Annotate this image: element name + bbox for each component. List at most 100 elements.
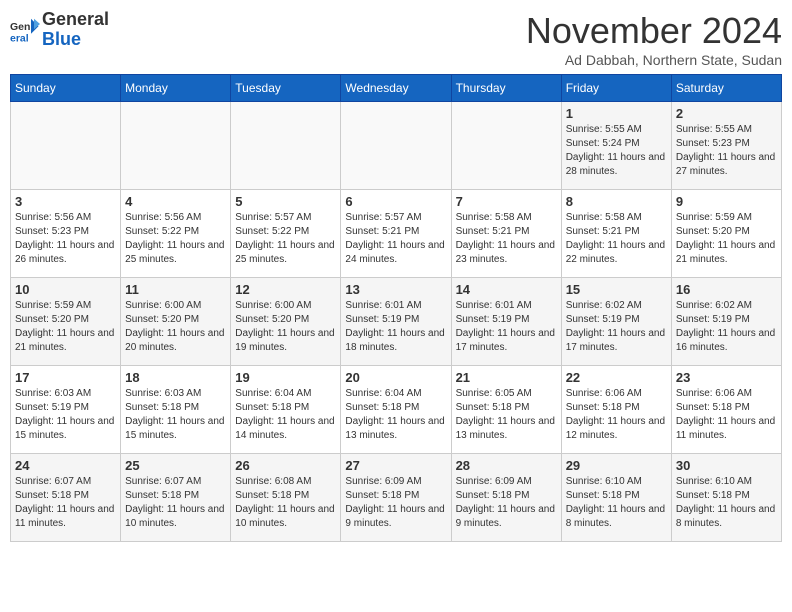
day-number: 19 (235, 370, 336, 385)
day-number: 20 (345, 370, 446, 385)
day-cell: 5 Sunrise: 5:57 AM Sunset: 5:22 PM Daylig… (231, 190, 341, 278)
header-friday: Friday (561, 75, 671, 102)
day-cell: 8Sunrise: 5:58 AM Sunset: 5:21 PM Daylig… (561, 190, 671, 278)
header-wednesday: Wednesday (341, 75, 451, 102)
day-info: Sunrise: 6:04 AM Sunset: 5:18 PM Dayligh… (235, 387, 336, 443)
day-info: Sunrise: 6:06 AM Sunset: 5:18 PM Dayligh… (676, 387, 777, 443)
day-cell (451, 102, 561, 190)
header-row: Sunday Monday Tuesday Wednesday Thursday… (11, 75, 782, 102)
day-cell: 2Sunrise: 5:55 AM Sunset: 5:23 PM Daylig… (671, 102, 781, 190)
header-thursday: Thursday (451, 75, 561, 102)
week-row-5: 24 Sunrise: 6:07 AM Sunset: 5:18 PM Dayli… (11, 454, 782, 542)
day-info: Sunrise: 6:07 AM Sunset: 5:18 PM Dayligh… (15, 475, 116, 531)
header-saturday: Saturday (671, 75, 781, 102)
day-info: Sunrise: 6:04 AM Sunset: 5:18 PM Dayligh… (345, 387, 446, 443)
svg-text:eral: eral (10, 32, 29, 44)
day-number: 6 (345, 194, 446, 209)
day-number: 24 (15, 458, 116, 473)
day-cell: 21 Sunrise: 6:05 AM Sunset: 5:18 PM Dayli… (451, 366, 561, 454)
day-number: 15 (566, 282, 667, 297)
day-info: Sunrise: 5:56 AM Sunset: 5:22 PM Dayligh… (125, 211, 226, 267)
day-cell: 3 Sunrise: 5:56 AM Sunset: 5:23 PM Daylig… (11, 190, 121, 278)
day-cell: 24 Sunrise: 6:07 AM Sunset: 5:18 PM Dayli… (11, 454, 121, 542)
day-cell: 1 Sunrise: 5:55 AM Sunset: 5:24 PM Daylig… (561, 102, 671, 190)
day-cell: 17 Sunrise: 6:03 AM Sunset: 5:19 PM Dayli… (11, 366, 121, 454)
day-number: 9 (676, 194, 777, 209)
day-number: 13 (345, 282, 446, 297)
calendar-table: Sunday Monday Tuesday Wednesday Thursday… (10, 74, 782, 542)
week-row-4: 17 Sunrise: 6:03 AM Sunset: 5:19 PM Dayli… (11, 366, 782, 454)
day-cell: 25 Sunrise: 6:07 AM Sunset: 5:18 PM Dayli… (121, 454, 231, 542)
day-cell: 15 Sunrise: 6:02 AM Sunset: 5:19 PM Dayli… (561, 278, 671, 366)
day-number: 22 (566, 370, 667, 385)
day-number: 26 (235, 458, 336, 473)
day-number: 17 (15, 370, 116, 385)
day-cell: 14Sunrise: 6:01 AM Sunset: 5:19 PM Dayli… (451, 278, 561, 366)
day-info: Sunrise: 6:03 AM Sunset: 5:19 PM Dayligh… (15, 387, 116, 443)
day-number: 10 (15, 282, 116, 297)
day-info: Sunrise: 5:59 AM Sunset: 5:20 PM Dayligh… (15, 299, 116, 355)
day-number: 28 (456, 458, 557, 473)
day-number: 21 (456, 370, 557, 385)
day-info: Sunrise: 5:59 AM Sunset: 5:20 PM Dayligh… (676, 211, 777, 267)
day-info: Sunrise: 5:55 AM Sunset: 5:24 PM Dayligh… (566, 123, 667, 179)
day-number: 12 (235, 282, 336, 297)
day-cell: 11Sunrise: 6:00 AM Sunset: 5:20 PM Dayli… (121, 278, 231, 366)
day-number: 16 (676, 282, 777, 297)
day-info: Sunrise: 6:08 AM Sunset: 5:18 PM Dayligh… (235, 475, 336, 531)
day-info: Sunrise: 6:06 AM Sunset: 5:18 PM Dayligh… (566, 387, 667, 443)
day-info: Sunrise: 5:57 AM Sunset: 5:22 PM Dayligh… (235, 211, 336, 267)
day-cell (231, 102, 341, 190)
day-info: Sunrise: 6:02 AM Sunset: 5:19 PM Dayligh… (566, 299, 667, 355)
day-cell (341, 102, 451, 190)
day-number: 1 (566, 106, 667, 121)
day-info: Sunrise: 6:07 AM Sunset: 5:18 PM Dayligh… (125, 475, 226, 531)
day-info: Sunrise: 6:10 AM Sunset: 5:18 PM Dayligh… (676, 475, 777, 531)
day-info: Sunrise: 5:57 AM Sunset: 5:21 PM Dayligh… (345, 211, 446, 267)
day-info: Sunrise: 6:05 AM Sunset: 5:18 PM Dayligh… (456, 387, 557, 443)
day-info: Sunrise: 6:03 AM Sunset: 5:18 PM Dayligh… (125, 387, 226, 443)
day-number: 7 (456, 194, 557, 209)
month-title: November 2024 (526, 10, 782, 52)
day-info: Sunrise: 6:00 AM Sunset: 5:20 PM Dayligh… (125, 299, 226, 355)
day-cell: 18 Sunrise: 6:03 AM Sunset: 5:18 PM Dayli… (121, 366, 231, 454)
logo-icon: Gen eral (10, 15, 40, 45)
day-cell: 9 Sunrise: 5:59 AM Sunset: 5:20 PM Daylig… (671, 190, 781, 278)
svg-text:Gen: Gen (10, 21, 30, 33)
week-row-1: 1 Sunrise: 5:55 AM Sunset: 5:24 PM Daylig… (11, 102, 782, 190)
day-cell: 10 Sunrise: 5:59 AM Sunset: 5:20 PM Dayli… (11, 278, 121, 366)
header-monday: Monday (121, 75, 231, 102)
logo-text: General Blue (42, 10, 109, 50)
day-cell: 7 Sunrise: 5:58 AM Sunset: 5:21 PM Daylig… (451, 190, 561, 278)
location-subtitle: Ad Dabbah, Northern State, Sudan (526, 52, 782, 68)
day-cell: 27 Sunrise: 6:09 AM Sunset: 5:18 PM Dayli… (341, 454, 451, 542)
header-tuesday: Tuesday (231, 75, 341, 102)
day-number: 4 (125, 194, 226, 209)
day-number: 25 (125, 458, 226, 473)
day-number: 29 (566, 458, 667, 473)
day-cell: 16Sunrise: 6:02 AM Sunset: 5:19 PM Dayli… (671, 278, 781, 366)
day-number: 23 (676, 370, 777, 385)
day-cell: 20 Sunrise: 6:04 AM Sunset: 5:18 PM Dayli… (341, 366, 451, 454)
day-number: 3 (15, 194, 116, 209)
day-info: Sunrise: 6:01 AM Sunset: 5:19 PM Dayligh… (456, 299, 557, 355)
day-cell: 13 Sunrise: 6:01 AM Sunset: 5:19 PM Dayli… (341, 278, 451, 366)
day-info: Sunrise: 5:56 AM Sunset: 5:23 PM Dayligh… (15, 211, 116, 267)
day-info: Sunrise: 5:58 AM Sunset: 5:21 PM Dayligh… (456, 211, 557, 267)
calendar-body: 1 Sunrise: 5:55 AM Sunset: 5:24 PM Daylig… (11, 102, 782, 542)
day-number: 8 (566, 194, 667, 209)
day-info: Sunrise: 6:10 AM Sunset: 5:18 PM Dayligh… (566, 475, 667, 531)
day-number: 18 (125, 370, 226, 385)
day-number: 5 (235, 194, 336, 209)
day-cell: 28Sunrise: 6:09 AM Sunset: 5:18 PM Dayli… (451, 454, 561, 542)
day-info: Sunrise: 6:09 AM Sunset: 5:18 PM Dayligh… (345, 475, 446, 531)
day-number: 27 (345, 458, 446, 473)
day-cell: 26 Sunrise: 6:08 AM Sunset: 5:18 PM Dayli… (231, 454, 341, 542)
day-cell: 12Sunrise: 6:00 AM Sunset: 5:20 PM Dayli… (231, 278, 341, 366)
day-info: Sunrise: 6:01 AM Sunset: 5:19 PM Dayligh… (345, 299, 446, 355)
day-cell (121, 102, 231, 190)
day-number: 30 (676, 458, 777, 473)
week-row-2: 3 Sunrise: 5:56 AM Sunset: 5:23 PM Daylig… (11, 190, 782, 278)
title-block: November 2024 Ad Dabbah, Northern State,… (526, 10, 782, 68)
day-cell: 30 Sunrise: 6:10 AM Sunset: 5:18 PM Dayli… (671, 454, 781, 542)
